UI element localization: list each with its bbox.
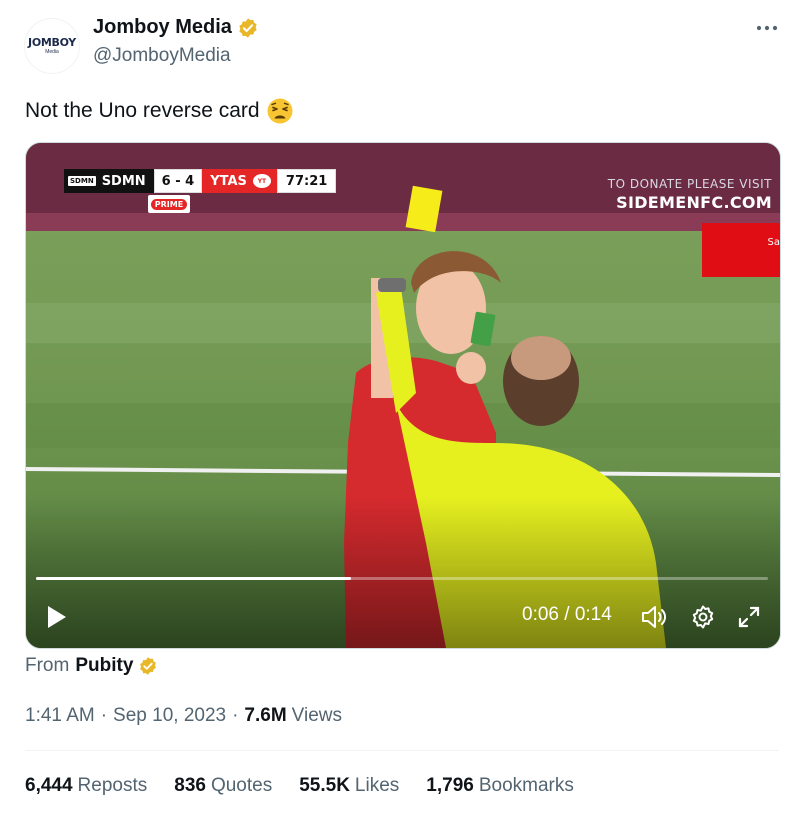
stat-quotes[interactable]: 836 Quotes	[174, 775, 272, 797]
stat-label: Bookmarks	[478, 775, 574, 796]
scoreboard-clock: 77:21	[276, 169, 337, 193]
stat-likes[interactable]: 55.5K Likes	[299, 775, 399, 797]
author-handle[interactable]: @JomboyMedia	[93, 45, 231, 67]
video-player[interactable]: SDMN SDMN 6 - 4 YTAS YT 77:21 PRIME TO D…	[25, 142, 781, 649]
volume-icon[interactable]	[640, 604, 668, 630]
more-options-icon[interactable]	[754, 18, 780, 38]
video-progress-bar[interactable]	[36, 577, 768, 580]
stat-label: Reposts	[77, 775, 148, 796]
scoreboard-away-team: YTAS YT	[202, 169, 277, 193]
stat-label: Likes	[354, 775, 400, 796]
stat-reposts[interactable]: 6,444 Reposts	[25, 775, 147, 797]
advertising-board-text: Sa	[767, 237, 780, 248]
tweet-meta: 1:41 AM · Sep 10, 2023 · 7.6M Views	[25, 705, 342, 727]
source-prefix: From	[25, 655, 70, 676]
stat-count: 6,444	[25, 775, 73, 796]
scoreboard-score: 6 - 4	[153, 169, 203, 193]
stat-count: 1,796	[426, 775, 474, 796]
tweet-text-row: Not the Uno reverse card	[25, 97, 294, 125]
video-frame	[26, 143, 780, 648]
source-name[interactable]: Pubity	[75, 655, 133, 677]
author-name-row: Jomboy Media	[93, 16, 259, 39]
scoreboard-home-team: SDMN SDMN	[64, 169, 154, 193]
donate-url: SIDEMENFC.COM	[616, 193, 772, 212]
play-icon[interactable]	[42, 603, 70, 631]
tweet-date[interactable]: Sep 10, 2023	[113, 705, 226, 727]
home-team-name: SDMN	[101, 173, 146, 189]
stat-count: 55.5K	[299, 775, 350, 796]
avatar-logo-subtext: Media	[45, 49, 59, 55]
stat-count: 836	[174, 775, 206, 796]
donate-caption: TO DONATE PLEASE VISIT	[607, 177, 772, 191]
engagement-stats: 6,444 Reposts 836 Quotes 55.5K Likes 1,796 B…	[25, 775, 601, 797]
settings-gear-icon[interactable]	[690, 604, 716, 630]
away-team-logo: YT	[252, 174, 271, 188]
tweet-text: Not the Uno reverse card	[25, 99, 260, 122]
source-attribution: From Pubity	[25, 655, 158, 677]
video-progress-fill	[36, 577, 351, 580]
advertising-board: Sa	[702, 223, 780, 277]
sponsor-tag: PRIME	[148, 195, 190, 213]
scoreboard: SDMN SDMN 6 - 4 YTAS YT 77:21	[64, 169, 337, 193]
verified-badge-icon	[140, 657, 157, 675]
away-team-name: YTAS	[210, 173, 247, 189]
avatar-logo-text: JOMBOY	[28, 36, 76, 49]
meta-separator: ·	[232, 705, 239, 726]
verified-badge-icon	[239, 17, 257, 38]
author-display-name[interactable]: Jomboy Media	[93, 16, 232, 39]
fullscreen-icon[interactable]	[736, 604, 762, 630]
author-avatar[interactable]: JOMBOY Media	[24, 18, 80, 74]
stat-bookmarks[interactable]: 1,796 Bookmarks	[426, 775, 574, 797]
sponsor-name: PRIME	[150, 198, 188, 210]
meta-separator: ·	[100, 705, 108, 726]
video-time-readout: 0:06 / 0:14	[522, 604, 612, 625]
views-label: Views	[291, 705, 343, 726]
home-team-logo: SDMN	[68, 176, 96, 186]
tweet-time[interactable]: 1:41 AM	[25, 705, 95, 727]
stat-label: Quotes	[210, 775, 273, 796]
weary-face-emoji-icon	[267, 98, 293, 124]
views-count: 7.6M	[244, 705, 287, 726]
divider	[25, 750, 779, 751]
